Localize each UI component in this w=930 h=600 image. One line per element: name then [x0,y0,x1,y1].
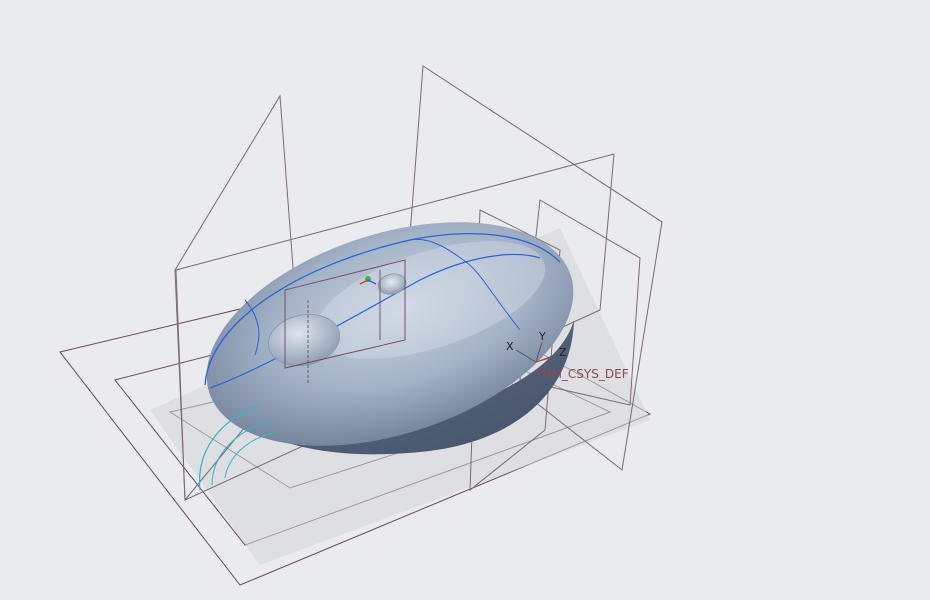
cad-scene[interactable]: X Y Z PRM_CSYS_DEF [0,0,930,600]
csys-axis-z: Z [559,346,567,359]
cad-3d-viewport[interactable]: X Y Z PRM_CSYS_DEF [0,0,930,600]
csys-axis-y: Y [538,330,546,343]
csys-axis-x: X [506,340,514,353]
csys-name-label[interactable]: PRM_CSYS_DEF [536,367,629,381]
